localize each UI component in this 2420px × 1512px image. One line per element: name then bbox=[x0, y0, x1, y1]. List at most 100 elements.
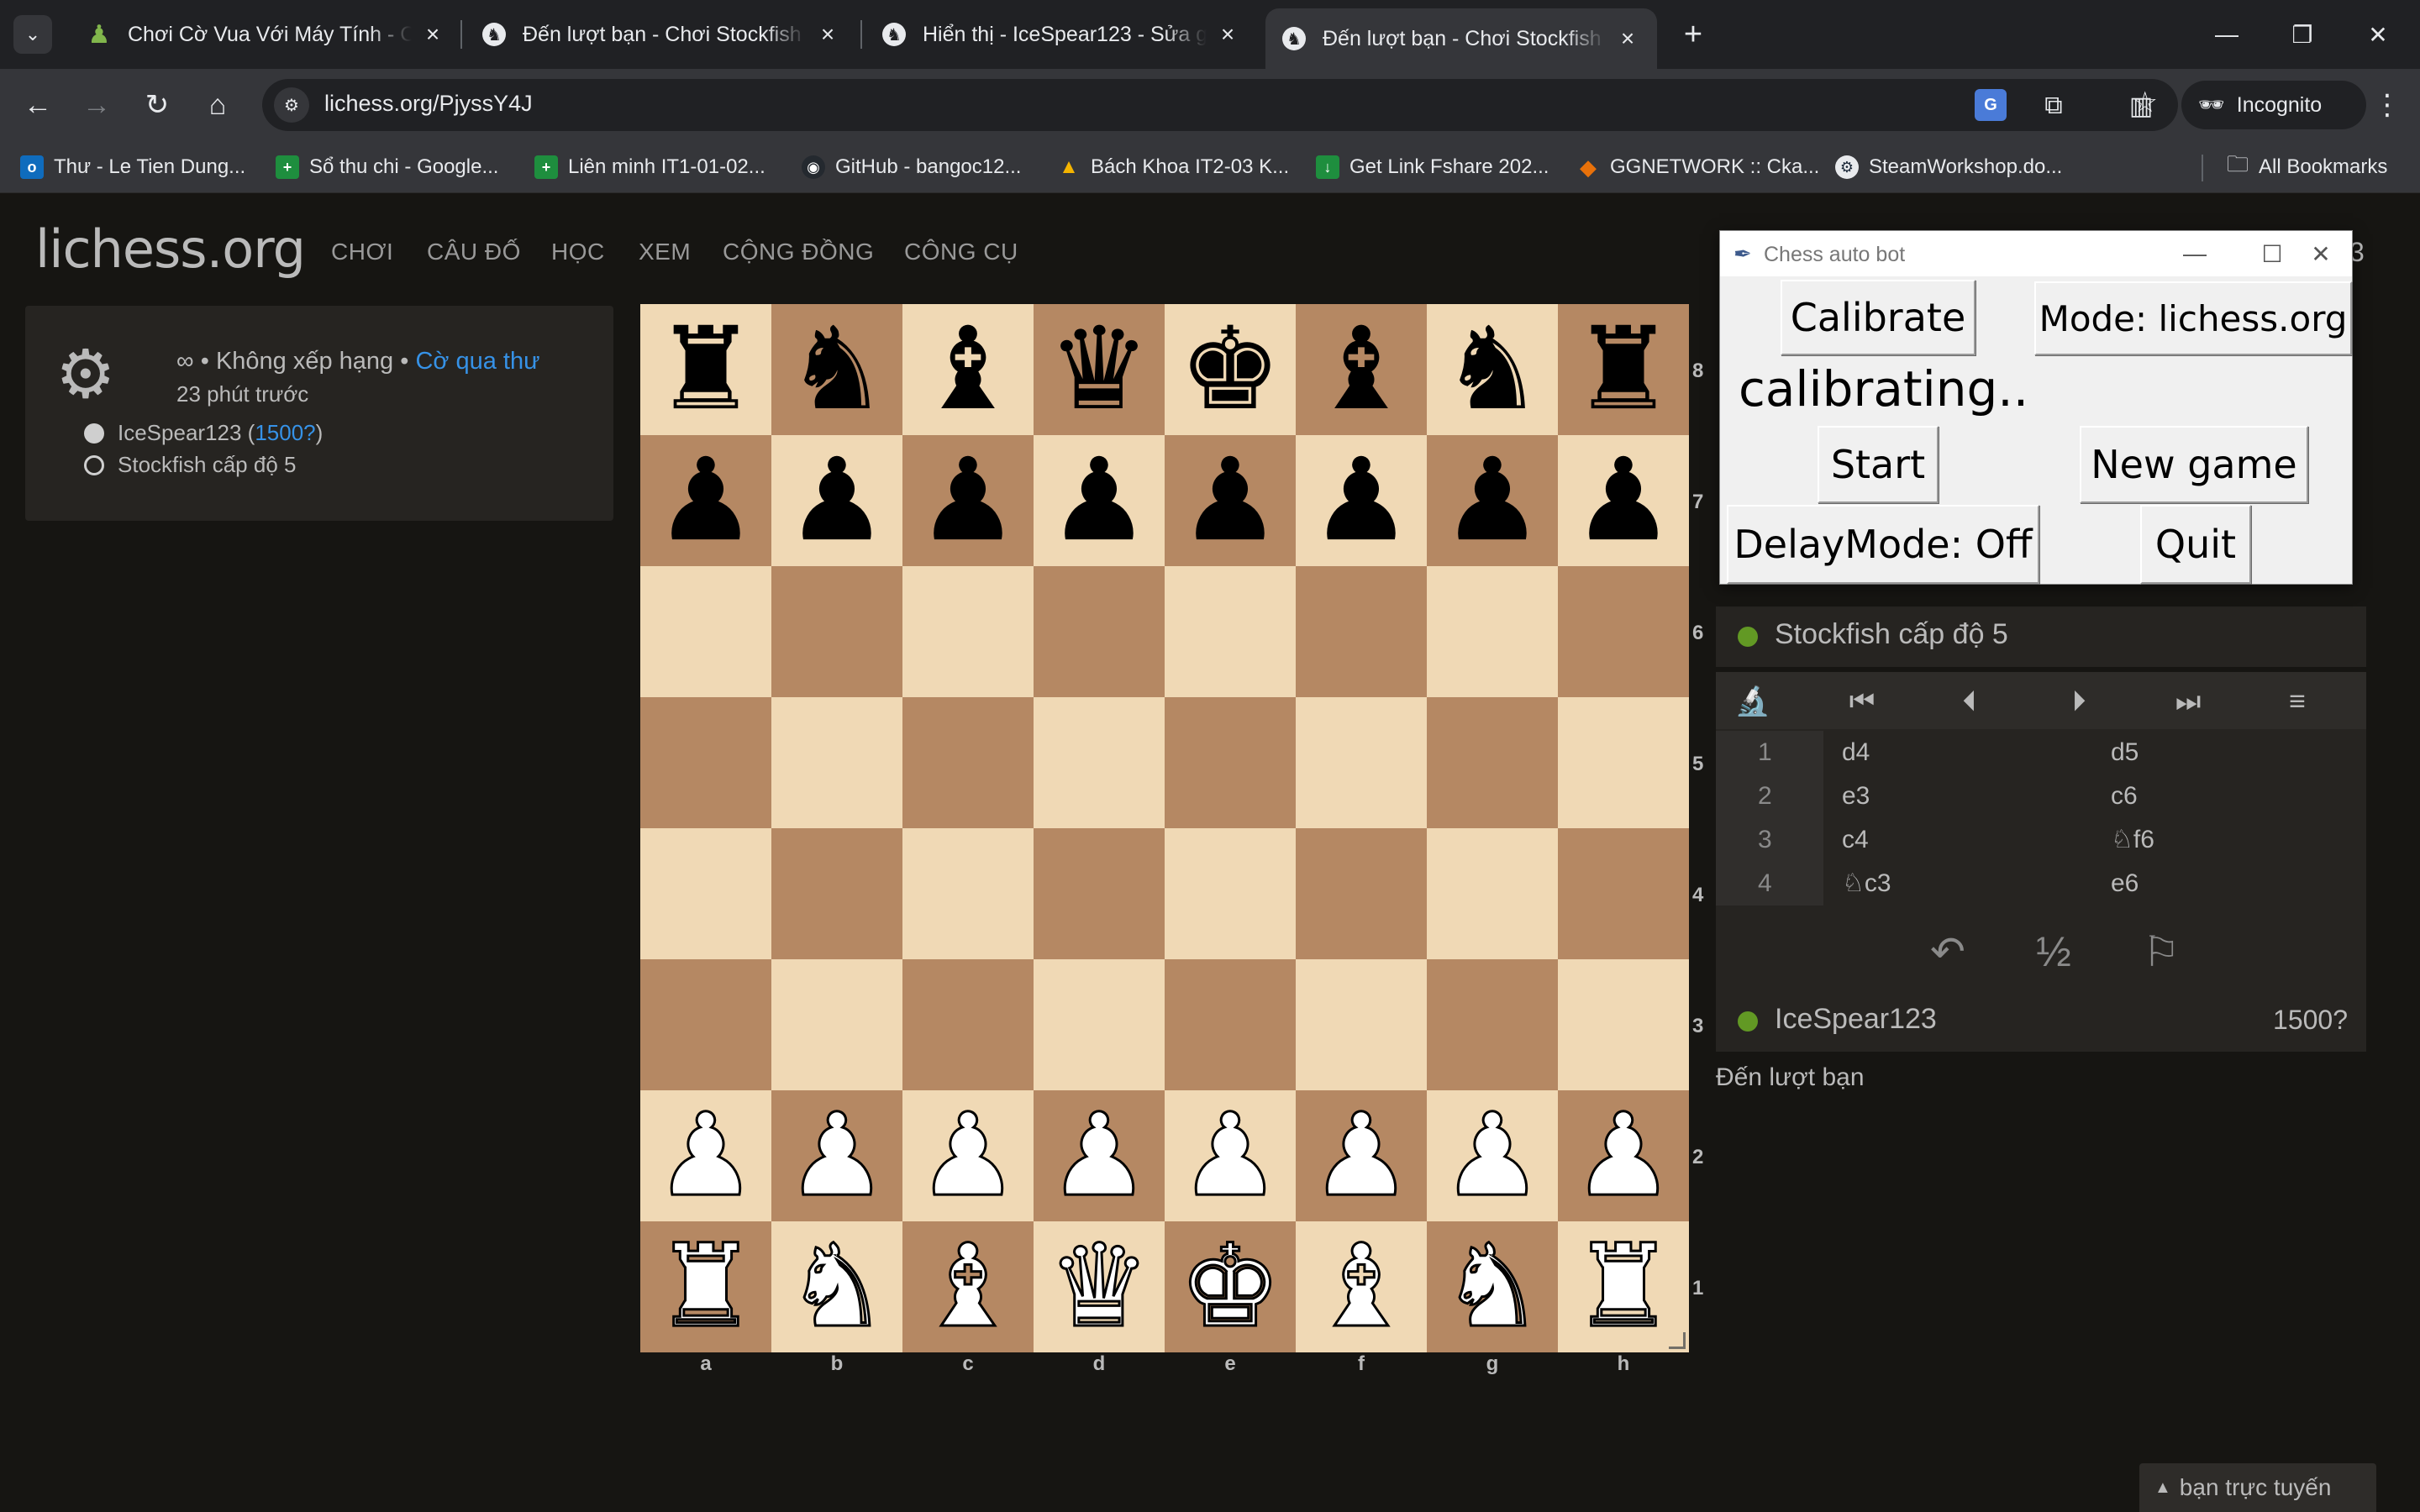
square-h4[interactable] bbox=[1558, 828, 1689, 959]
white-pawn-icon[interactable]: ♟ bbox=[1047, 1098, 1152, 1215]
resign-button[interactable]: ⚐ bbox=[2128, 924, 2195, 979]
white-pawn-icon[interactable]: ♟ bbox=[1440, 1098, 1545, 1215]
white-bishop-icon[interactable]: ♝ bbox=[916, 1229, 1021, 1346]
nav-learn[interactable]: HỌC bbox=[551, 239, 605, 265]
square-f6[interactable] bbox=[1296, 566, 1427, 697]
browser-tab-4[interactable]: ♞ Đến lượt bạn - Chơi Stockfish level 5 … bbox=[1265, 8, 1657, 69]
square-e1[interactable]: ♚ bbox=[1165, 1221, 1296, 1352]
square-f3[interactable] bbox=[1296, 959, 1427, 1090]
white-pawn-icon[interactable]: ♟ bbox=[1571, 1098, 1676, 1215]
close-window-button[interactable]: ✕ bbox=[2353, 12, 2403, 57]
square-f4[interactable] bbox=[1296, 828, 1427, 959]
white-pawn-icon[interactable]: ♟ bbox=[785, 1098, 890, 1215]
tab-search-button[interactable]: ⌄ bbox=[13, 15, 52, 54]
square-e7[interactable]: ♟ bbox=[1165, 435, 1296, 566]
site-info-icon[interactable]: ⚙ bbox=[274, 87, 309, 123]
correspondence-link[interactable]: Cờ qua thư bbox=[415, 348, 539, 375]
square-d5[interactable] bbox=[1034, 697, 1165, 828]
white-pawn-icon[interactable]: ♟ bbox=[916, 1098, 1021, 1215]
square-g2[interactable]: ♟ bbox=[1427, 1090, 1558, 1221]
bot-close-button[interactable]: ✕ bbox=[2291, 234, 2350, 273]
nav-play[interactable]: CHƠI bbox=[331, 239, 393, 265]
square-b4[interactable] bbox=[771, 828, 902, 959]
last-move-button[interactable]: ⏭ bbox=[2163, 680, 2213, 722]
browser-tab-1[interactable]: ♟ Chơi Cờ Vua Với Máy Tính - Chess.com × bbox=[71, 8, 462, 60]
square-a3[interactable] bbox=[640, 959, 771, 1090]
square-h3[interactable] bbox=[1558, 959, 1689, 1090]
square-a4[interactable] bbox=[640, 828, 771, 959]
black-bishop-icon[interactable]: ♝ bbox=[1310, 312, 1413, 427]
takeback-button[interactable]: ↶ bbox=[1914, 924, 1981, 979]
side-panel-icon[interactable]: ▥ bbox=[2121, 86, 2161, 126]
close-icon[interactable]: × bbox=[420, 21, 445, 48]
black-rook-icon[interactable]: ♜ bbox=[655, 312, 757, 427]
black-bishop-icon[interactable]: ♝ bbox=[917, 312, 1019, 427]
square-d8[interactable]: ♛ bbox=[1034, 304, 1165, 435]
square-e4[interactable] bbox=[1165, 828, 1296, 959]
player-name[interactable]: IceSpear123 bbox=[1775, 1003, 1937, 1036]
menu-button[interactable]: ≡ bbox=[2272, 680, 2323, 722]
square-d2[interactable]: ♟ bbox=[1034, 1090, 1165, 1221]
square-c3[interactable] bbox=[902, 959, 1034, 1090]
calibrate-button[interactable]: Calibrate bbox=[1781, 280, 1975, 355]
board-resize-handle[interactable] bbox=[1669, 1332, 1686, 1349]
start-button[interactable]: Start bbox=[1818, 426, 1939, 503]
browser-tab-2[interactable]: ♞ Đến lượt bạn - Chơi Stockfish level 5 … bbox=[466, 8, 857, 60]
bookmark-7[interactable]: ◆ GGNETWORK :: Cka... bbox=[1576, 151, 1819, 183]
square-b7[interactable]: ♟ bbox=[771, 435, 902, 566]
square-h2[interactable]: ♟ bbox=[1558, 1090, 1689, 1221]
reload-button[interactable]: ↻ bbox=[136, 84, 178, 126]
square-a1[interactable]: ♜ bbox=[640, 1221, 771, 1352]
square-f8[interactable]: ♝ bbox=[1296, 304, 1427, 435]
back-button[interactable]: ← bbox=[17, 84, 59, 126]
square-d1[interactable]: ♛ bbox=[1034, 1221, 1165, 1352]
quit-button[interactable]: Quit bbox=[2140, 505, 2251, 584]
black-knight-icon[interactable]: ♞ bbox=[1441, 312, 1544, 427]
nav-tools[interactable]: CÔNG CỤ bbox=[904, 239, 1018, 265]
square-f2[interactable]: ♟ bbox=[1296, 1090, 1427, 1221]
translate-icon[interactable]: G bbox=[1975, 89, 2007, 121]
nav-watch[interactable]: XEM bbox=[639, 239, 691, 265]
square-f5[interactable] bbox=[1296, 697, 1427, 828]
white-move[interactable]: ♘c3 bbox=[1842, 862, 1891, 906]
browser-menu-button[interactable]: ⋮ bbox=[2366, 84, 2408, 126]
black-rook-icon[interactable]: ♜ bbox=[1572, 312, 1675, 427]
square-a8[interactable]: ♜ bbox=[640, 304, 771, 435]
square-g5[interactable] bbox=[1427, 697, 1558, 828]
white-pawn-icon[interactable]: ♟ bbox=[1178, 1098, 1283, 1215]
restore-button[interactable]: ❐ bbox=[2277, 12, 2328, 57]
white-king-icon[interactable]: ♚ bbox=[1178, 1229, 1283, 1346]
first-move-button[interactable]: ⏮ bbox=[1837, 680, 1887, 722]
black-pawn-icon[interactable]: ♟ bbox=[917, 444, 1019, 558]
square-d6[interactable] bbox=[1034, 566, 1165, 697]
incognito-badge[interactable]: 🕶 Incognito bbox=[2181, 81, 2366, 129]
square-g7[interactable]: ♟ bbox=[1427, 435, 1558, 566]
bookmark-8[interactable]: ⚙ SteamWorkshop.do... bbox=[1835, 151, 2062, 183]
square-e6[interactable] bbox=[1165, 566, 1296, 697]
square-b5[interactable] bbox=[771, 697, 902, 828]
next-move-button[interactable]: ⏵ bbox=[2054, 680, 2104, 722]
bookmark-1[interactable]: o Thư - Le Tien Dung... bbox=[20, 151, 245, 183]
square-f1[interactable]: ♝ bbox=[1296, 1221, 1427, 1352]
square-a7[interactable]: ♟ bbox=[640, 435, 771, 566]
square-h8[interactable]: ♜ bbox=[1558, 304, 1689, 435]
square-e3[interactable] bbox=[1165, 959, 1296, 1090]
nav-puzzles[interactable]: CÂU ĐỐ bbox=[427, 239, 521, 265]
square-d3[interactable] bbox=[1034, 959, 1165, 1090]
bookmark-5[interactable]: ▲ Bách Khoa IT2-03 K... bbox=[1057, 151, 1289, 183]
nav-community[interactable]: CỘNG ĐỒNG bbox=[723, 239, 874, 265]
url-text[interactable]: lichess.org/PjyssY4J bbox=[324, 91, 533, 117]
square-c4[interactable] bbox=[902, 828, 1034, 959]
bot-titlebar[interactable]: ✒ Chess auto bot — ☐ ✕ bbox=[1720, 231, 2352, 276]
square-g4[interactable] bbox=[1427, 828, 1558, 959]
forward-button[interactable]: → bbox=[76, 84, 118, 126]
square-c1[interactable]: ♝ bbox=[902, 1221, 1034, 1352]
square-g1[interactable]: ♞ bbox=[1427, 1221, 1558, 1352]
opponent-name[interactable]: Stockfish cấp độ 5 bbox=[1775, 618, 2008, 651]
all-bookmarks[interactable]: 🗀 All Bookmarks bbox=[2227, 151, 2387, 183]
square-c2[interactable]: ♟ bbox=[902, 1090, 1034, 1221]
black-queen-icon[interactable]: ♛ bbox=[1048, 312, 1150, 427]
square-b6[interactable] bbox=[771, 566, 902, 697]
delay-mode-button[interactable]: DelayMode: Off bbox=[1727, 505, 2039, 584]
white-rook-icon[interactable]: ♜ bbox=[1571, 1229, 1676, 1346]
